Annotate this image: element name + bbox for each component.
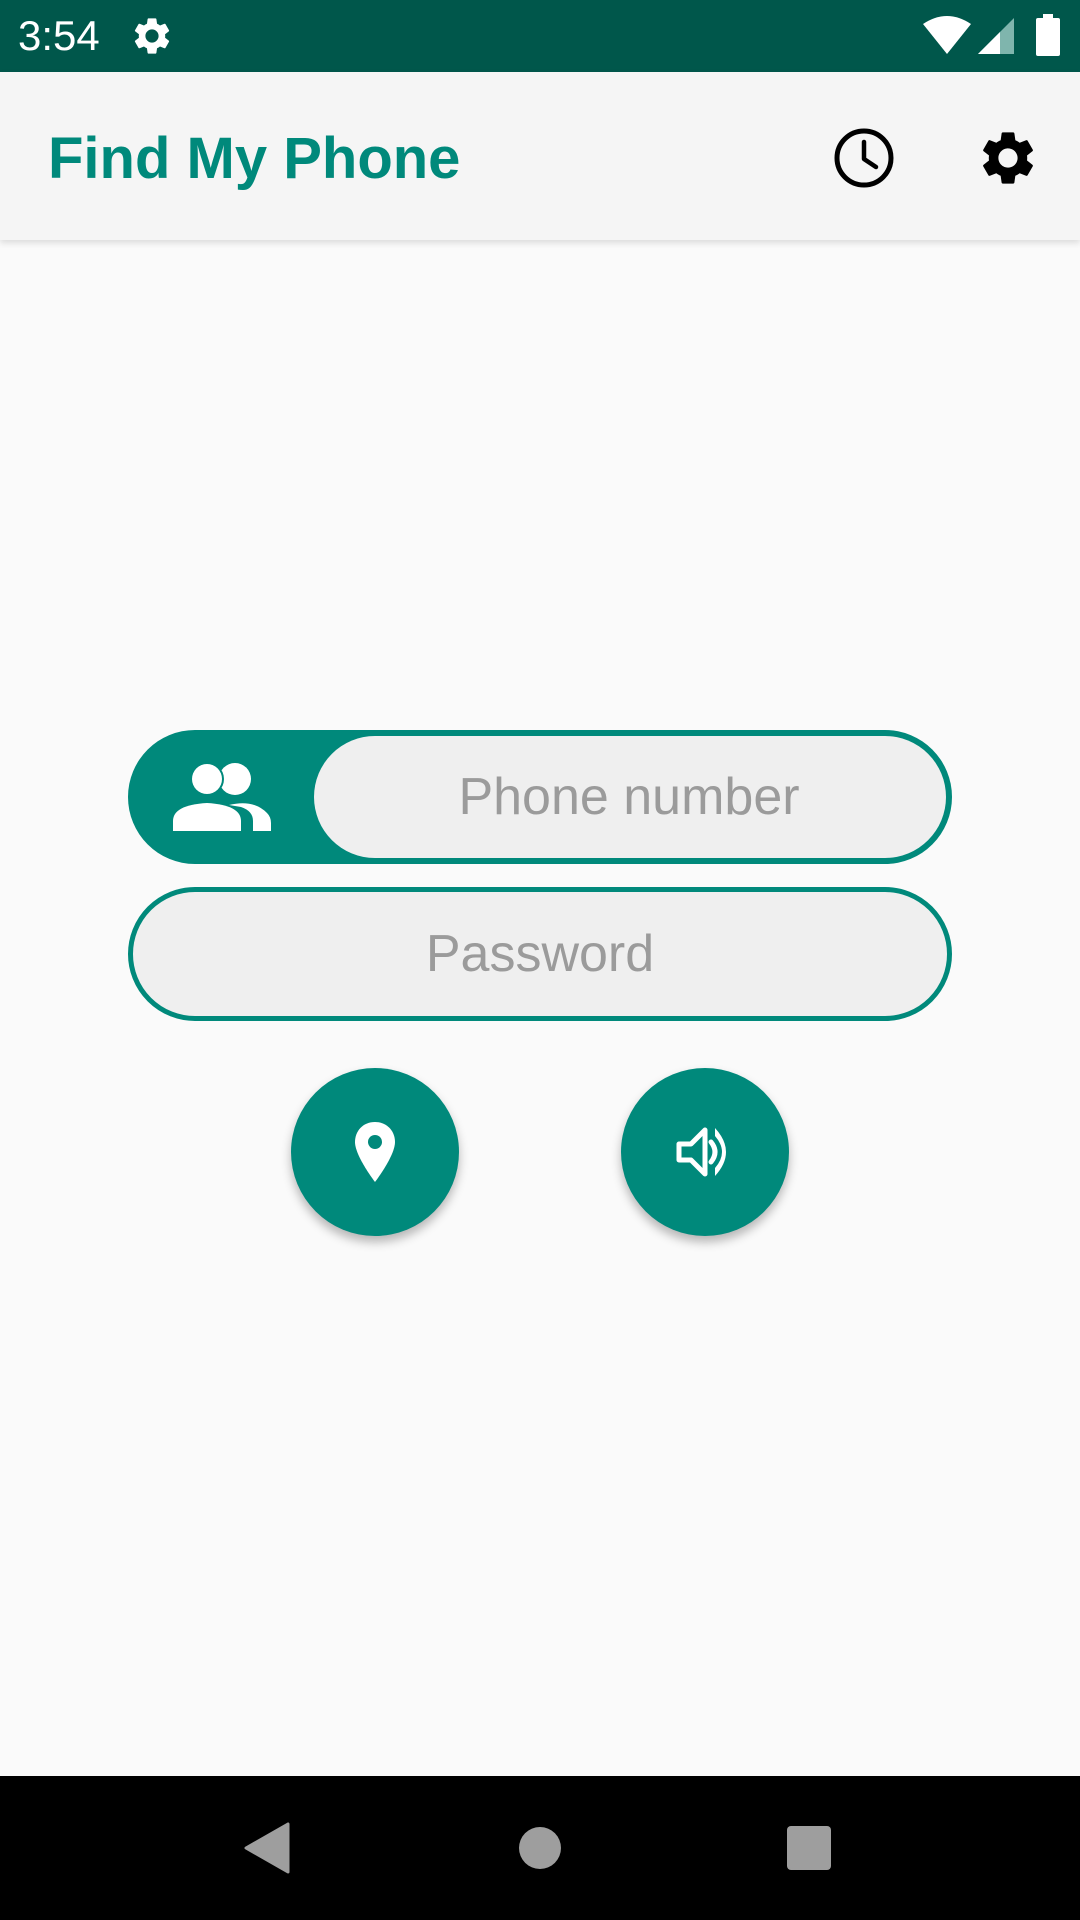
cell-signal-icon (978, 18, 1014, 54)
history-icon (834, 128, 894, 188)
home-icon (519, 1827, 561, 1869)
locate-phone-button[interactable] (291, 1068, 459, 1236)
status-bar: 3:54 (0, 0, 1080, 72)
phone-number-input[interactable] (314, 736, 946, 858)
password-input[interactable] (128, 887, 952, 1021)
recents-button[interactable] (773, 1812, 845, 1884)
wifi-icon (923, 16, 971, 54)
ring-phone-button[interactable] (621, 1068, 789, 1236)
phone-number-row (128, 730, 952, 864)
history-button[interactable] (828, 122, 900, 194)
app-title: Find My Phone (48, 126, 461, 191)
navigation-bar (0, 1776, 1080, 1920)
recents-icon (787, 1826, 831, 1870)
contacts-icon (173, 762, 271, 831)
status-time: 3:54 (18, 12, 100, 59)
contacts-button[interactable] (128, 730, 314, 864)
back-button[interactable] (232, 1812, 304, 1884)
location-pin-icon (355, 1122, 395, 1182)
battery-icon (1036, 14, 1060, 56)
volume-up-icon (676, 1127, 726, 1177)
settings-button[interactable] (972, 122, 1044, 194)
app-bar: Find My Phone (0, 72, 1080, 240)
settings-icon (983, 132, 1033, 184)
back-icon (244, 1822, 290, 1874)
home-button[interactable] (504, 1812, 576, 1884)
settings-icon (134, 18, 170, 54)
